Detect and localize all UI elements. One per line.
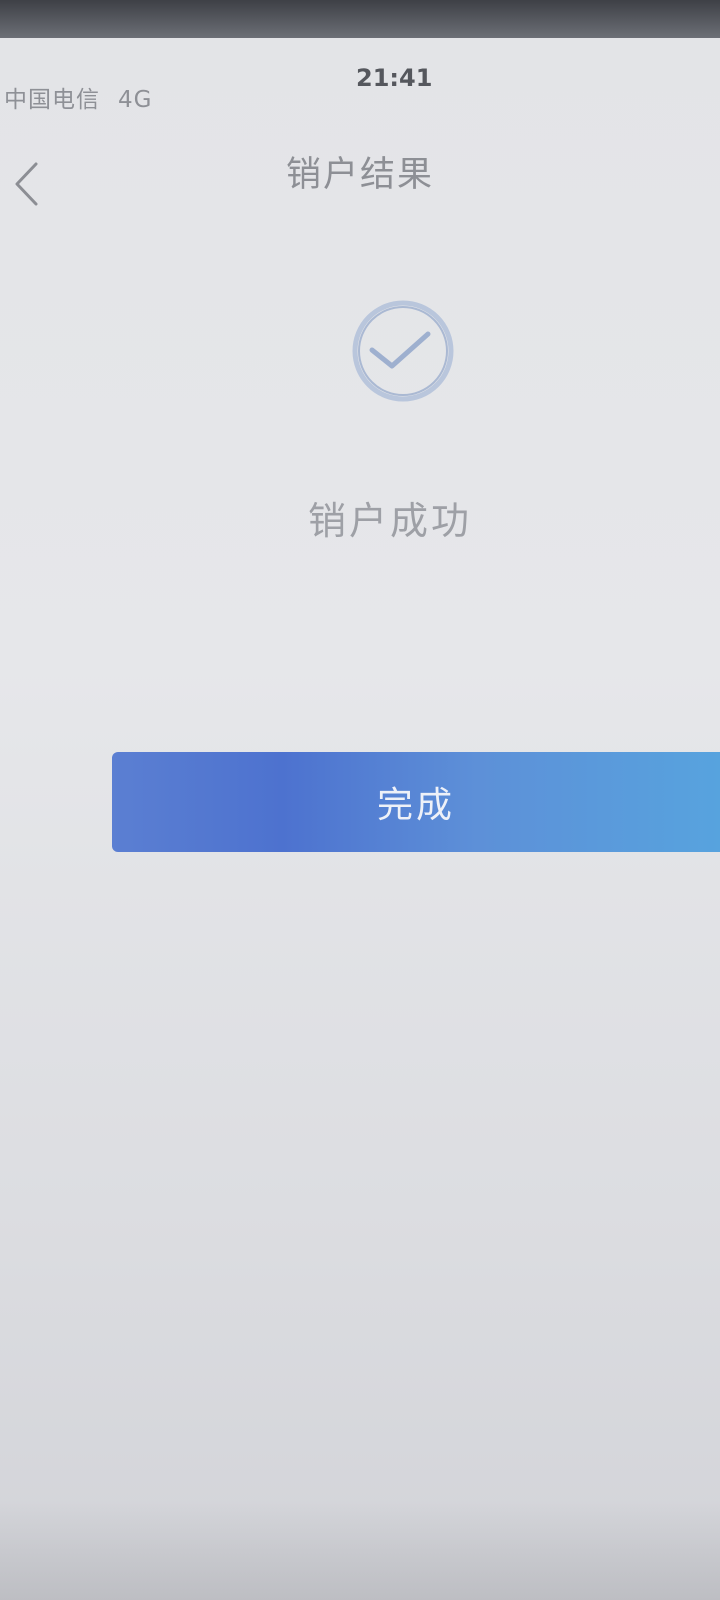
done-button-label: 完成 xyxy=(376,784,455,825)
done-button[interactable]: 完成 xyxy=(112,752,720,852)
carrier-name: 中国电信 xyxy=(4,87,100,113)
page-title: 销户结果 xyxy=(285,155,434,195)
result-message: 销户成功 xyxy=(307,499,472,543)
check-circle-icon xyxy=(352,300,454,402)
status-bar: 中国电信 4G 21:41 xyxy=(0,60,720,116)
bottom-shade xyxy=(0,1500,720,1600)
network-type: 4G xyxy=(118,87,153,113)
nav-bar: 销户结果 xyxy=(0,128,720,208)
status-carrier-group: 中国电信 4G xyxy=(4,80,152,114)
status-time: 21:41 xyxy=(356,64,433,92)
